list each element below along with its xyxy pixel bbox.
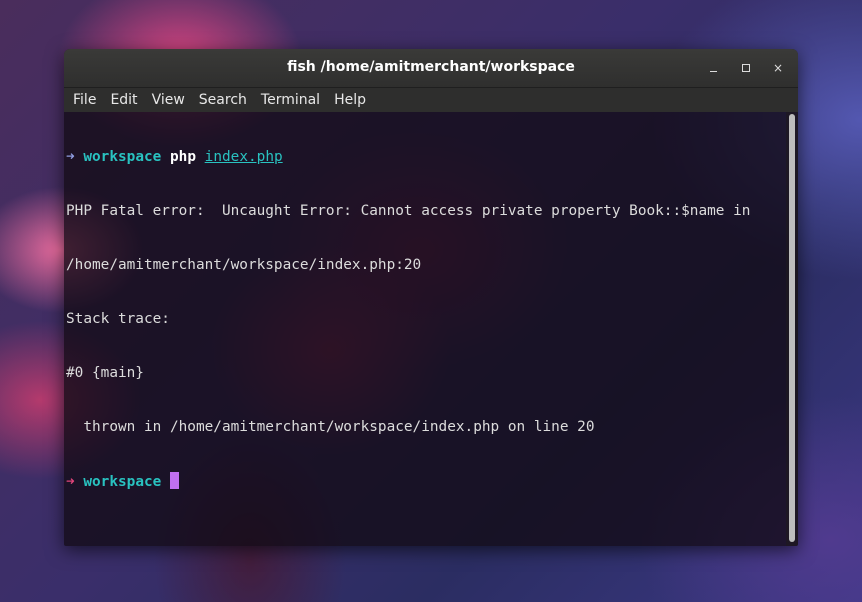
menu-search[interactable]: Search [199,90,247,110]
output-line: thrown in /home/amitmerchant/workspace/i… [66,419,595,435]
prompt-cwd: workspace [83,149,162,165]
output-line: Stack trace: [66,311,170,327]
prompt-arrow-icon: ➜ [66,149,75,165]
command-name: php [170,149,196,165]
window-title: fish /home/amitmerchant/workspace [287,59,575,75]
prompt-cwd: workspace [83,474,162,490]
output-line: #0 {main} [66,365,144,381]
minimize-icon[interactable] [706,60,722,76]
menu-view[interactable]: View [152,90,185,110]
output-line: PHP Fatal error: Uncaught Error: Cannot … [66,203,751,219]
menu-help[interactable]: Help [334,90,366,110]
output-line: /home/amitmerchant/workspace/index.php:2… [66,257,422,273]
menu-terminal[interactable]: Terminal [261,90,320,110]
terminal-window: fish /home/amitmerchant/workspace × File… [64,49,798,546]
text-cursor [170,472,179,489]
terminal-output[interactable]: ➜ workspace php index.php PHP Fatal erro… [64,112,786,546]
prompt-arrow-icon: ➜ [66,474,75,490]
scrollbar-thumb[interactable] [789,114,795,542]
prompt-line: ➜ workspace [66,472,786,490]
menu-file[interactable]: File [73,90,96,110]
close-icon[interactable]: × [770,60,786,76]
menu-bar: File Edit View Search Terminal Help [64,88,798,112]
scrollbar[interactable] [786,112,798,546]
menu-edit[interactable]: Edit [110,90,137,110]
command-argument: index.php [204,149,283,165]
prompt-line: ➜ workspace php index.php [66,148,786,166]
maximize-icon[interactable] [738,60,754,76]
title-bar[interactable]: fish /home/amitmerchant/workspace × [64,49,798,88]
